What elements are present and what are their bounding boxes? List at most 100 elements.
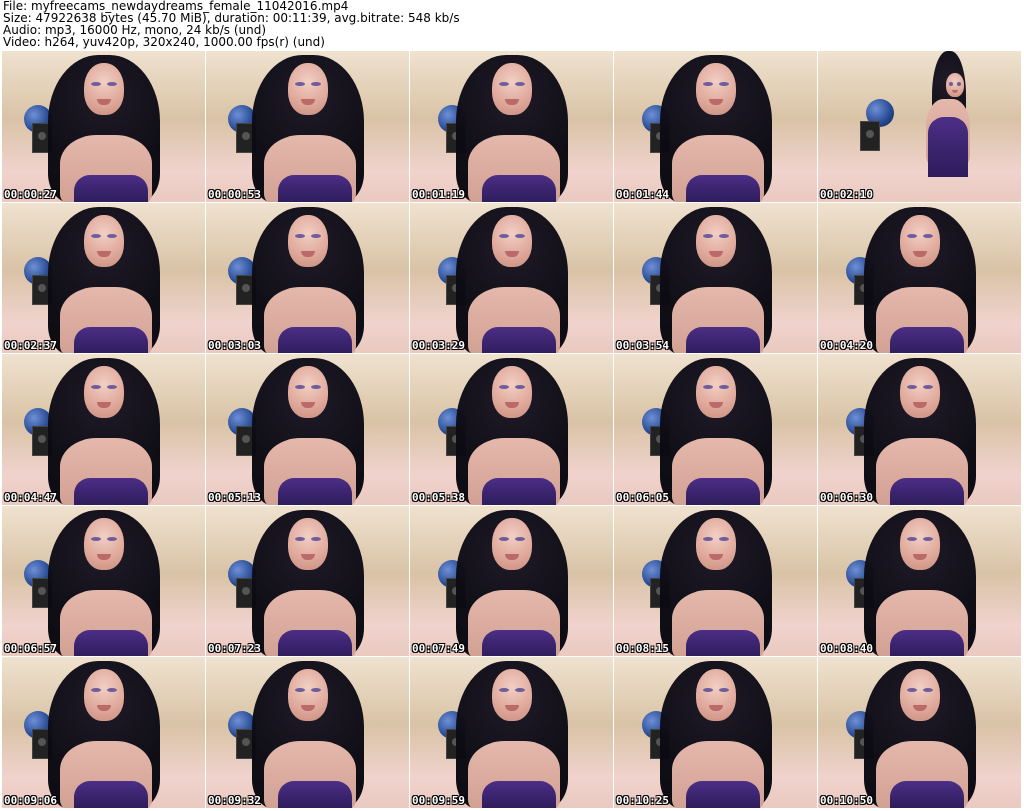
timestamp: 00:06:05: [616, 490, 669, 504]
right-eye: [923, 536, 933, 541]
person-face: [696, 669, 736, 722]
thumbnail-image: [818, 354, 1021, 505]
thumbnail-image: [614, 657, 817, 808]
right-eye: [719, 536, 729, 541]
thumbnail-8[interactable]: 00:03:29: [410, 202, 613, 354]
thumbnail-9[interactable]: 00:03:54: [614, 202, 817, 354]
right-eye: [957, 82, 961, 86]
person-dress: [890, 326, 964, 354]
timestamp: 00:00:27: [4, 187, 57, 201]
person-face: [84, 63, 124, 115]
thumbnail-22[interactable]: 00:09:32: [206, 657, 409, 808]
thumbnail-6[interactable]: 00:02:37: [2, 202, 205, 354]
person-dress: [890, 781, 964, 808]
person-dress: [74, 629, 148, 657]
person-dress: [278, 326, 352, 354]
timestamp: 00:07:49: [412, 642, 465, 656]
thumbnail-image: [2, 202, 205, 354]
thumbnail-25[interactable]: 00:10:50: [818, 657, 1021, 808]
timestamp: 00:02:37: [4, 339, 57, 353]
thumbnail-1[interactable]: 00:00:27: [2, 51, 205, 202]
person-face: [288, 517, 328, 570]
person-face: [492, 63, 532, 115]
timestamp: 00:05:38: [412, 490, 465, 504]
thumbnail-15[interactable]: 00:06:30: [818, 354, 1021, 505]
timestamp: 00:05:13: [208, 490, 261, 504]
timestamp: 00:09:59: [412, 793, 465, 807]
left-eye: [91, 82, 101, 86]
person-face: [288, 214, 328, 267]
thumbnail-image: [818, 505, 1021, 657]
timestamp: 00:07:23: [208, 642, 261, 656]
room-background: [818, 51, 1021, 202]
right-eye: [515, 233, 525, 238]
timestamp: 00:04:47: [4, 490, 57, 504]
person-dress: [74, 781, 148, 808]
thumbnail-2[interactable]: 00:00:53: [206, 51, 409, 202]
thumbnail-image: [206, 51, 409, 202]
person-dress: [482, 781, 556, 808]
thumbnail-image: [2, 354, 205, 505]
timestamp: 00:08:15: [616, 642, 669, 656]
person-dress: [686, 326, 760, 354]
left-eye: [295, 82, 305, 86]
thumbnail-image: [818, 657, 1021, 808]
speaker: [860, 121, 880, 151]
thumbnail-image: [206, 505, 409, 657]
thumbnail-24[interactable]: 00:10:25: [614, 657, 817, 808]
thumbnail-19[interactable]: 00:08:15: [614, 505, 817, 657]
person-face: [696, 517, 736, 570]
thumbnail-4[interactable]: 00:01:44: [614, 51, 817, 202]
thumbnail-16[interactable]: 00:06:57: [2, 505, 205, 657]
person-face: [288, 63, 328, 115]
timestamp: 00:02:10: [820, 187, 873, 201]
thumbnail-20[interactable]: 00:08:40: [818, 505, 1021, 657]
thumbnail-11[interactable]: 00:04:47: [2, 354, 205, 505]
person-dress: [686, 175, 760, 202]
person-dress: [890, 629, 964, 657]
person-face: [696, 214, 736, 267]
person-face: [84, 214, 124, 267]
thumbnail-image: [410, 657, 613, 808]
timestamp: 00:00:53: [208, 187, 261, 201]
person-face: [492, 214, 532, 267]
thumbnail-image: [614, 202, 817, 354]
thumbnail-7[interactable]: 00:03:03: [206, 202, 409, 354]
left-eye: [499, 536, 509, 541]
right-eye: [515, 536, 525, 541]
thumbnail-13[interactable]: 00:05:38: [410, 354, 613, 505]
left-eye: [907, 536, 917, 541]
thumbnail-17[interactable]: 00:07:23: [206, 505, 409, 657]
timestamp: 00:04:20: [820, 339, 873, 353]
person-dress: [74, 326, 148, 354]
timestamp: 00:01:19: [412, 187, 465, 201]
thumbnail-21[interactable]: 00:09:06: [2, 657, 205, 808]
thumbnail-image: [206, 202, 409, 354]
person-dress: [278, 175, 352, 202]
thumbnail-14[interactable]: 00:06:05: [614, 354, 817, 505]
person-dress: [74, 478, 148, 505]
thumbnail-18[interactable]: 00:07:49: [410, 505, 613, 657]
thumbnail-image: [614, 354, 817, 505]
left-eye: [499, 233, 509, 238]
person-dress: [482, 478, 556, 505]
left-eye: [703, 82, 713, 86]
thumbnail-23[interactable]: 00:09:59: [410, 657, 613, 808]
thumbnail-image: [410, 202, 613, 354]
right-eye: [719, 233, 729, 238]
thumbnail-10[interactable]: 00:04:20: [818, 202, 1021, 354]
person-face: [84, 517, 124, 570]
thumbnail-3[interactable]: 00:01:19: [410, 51, 613, 202]
thumbnail-image: [614, 505, 817, 657]
thumbnail-image: [2, 505, 205, 657]
left-eye: [91, 233, 101, 238]
right-eye: [107, 233, 117, 238]
person-dress: [482, 326, 556, 354]
thumbnail-5[interactable]: 00:02:10: [818, 51, 1021, 202]
timestamp: 00:03:03: [208, 339, 261, 353]
right-eye: [311, 536, 321, 541]
person-face: [696, 366, 736, 419]
person-dress: [890, 478, 964, 505]
left-eye: [295, 536, 305, 541]
thumbnail-12[interactable]: 00:05:13: [206, 354, 409, 505]
